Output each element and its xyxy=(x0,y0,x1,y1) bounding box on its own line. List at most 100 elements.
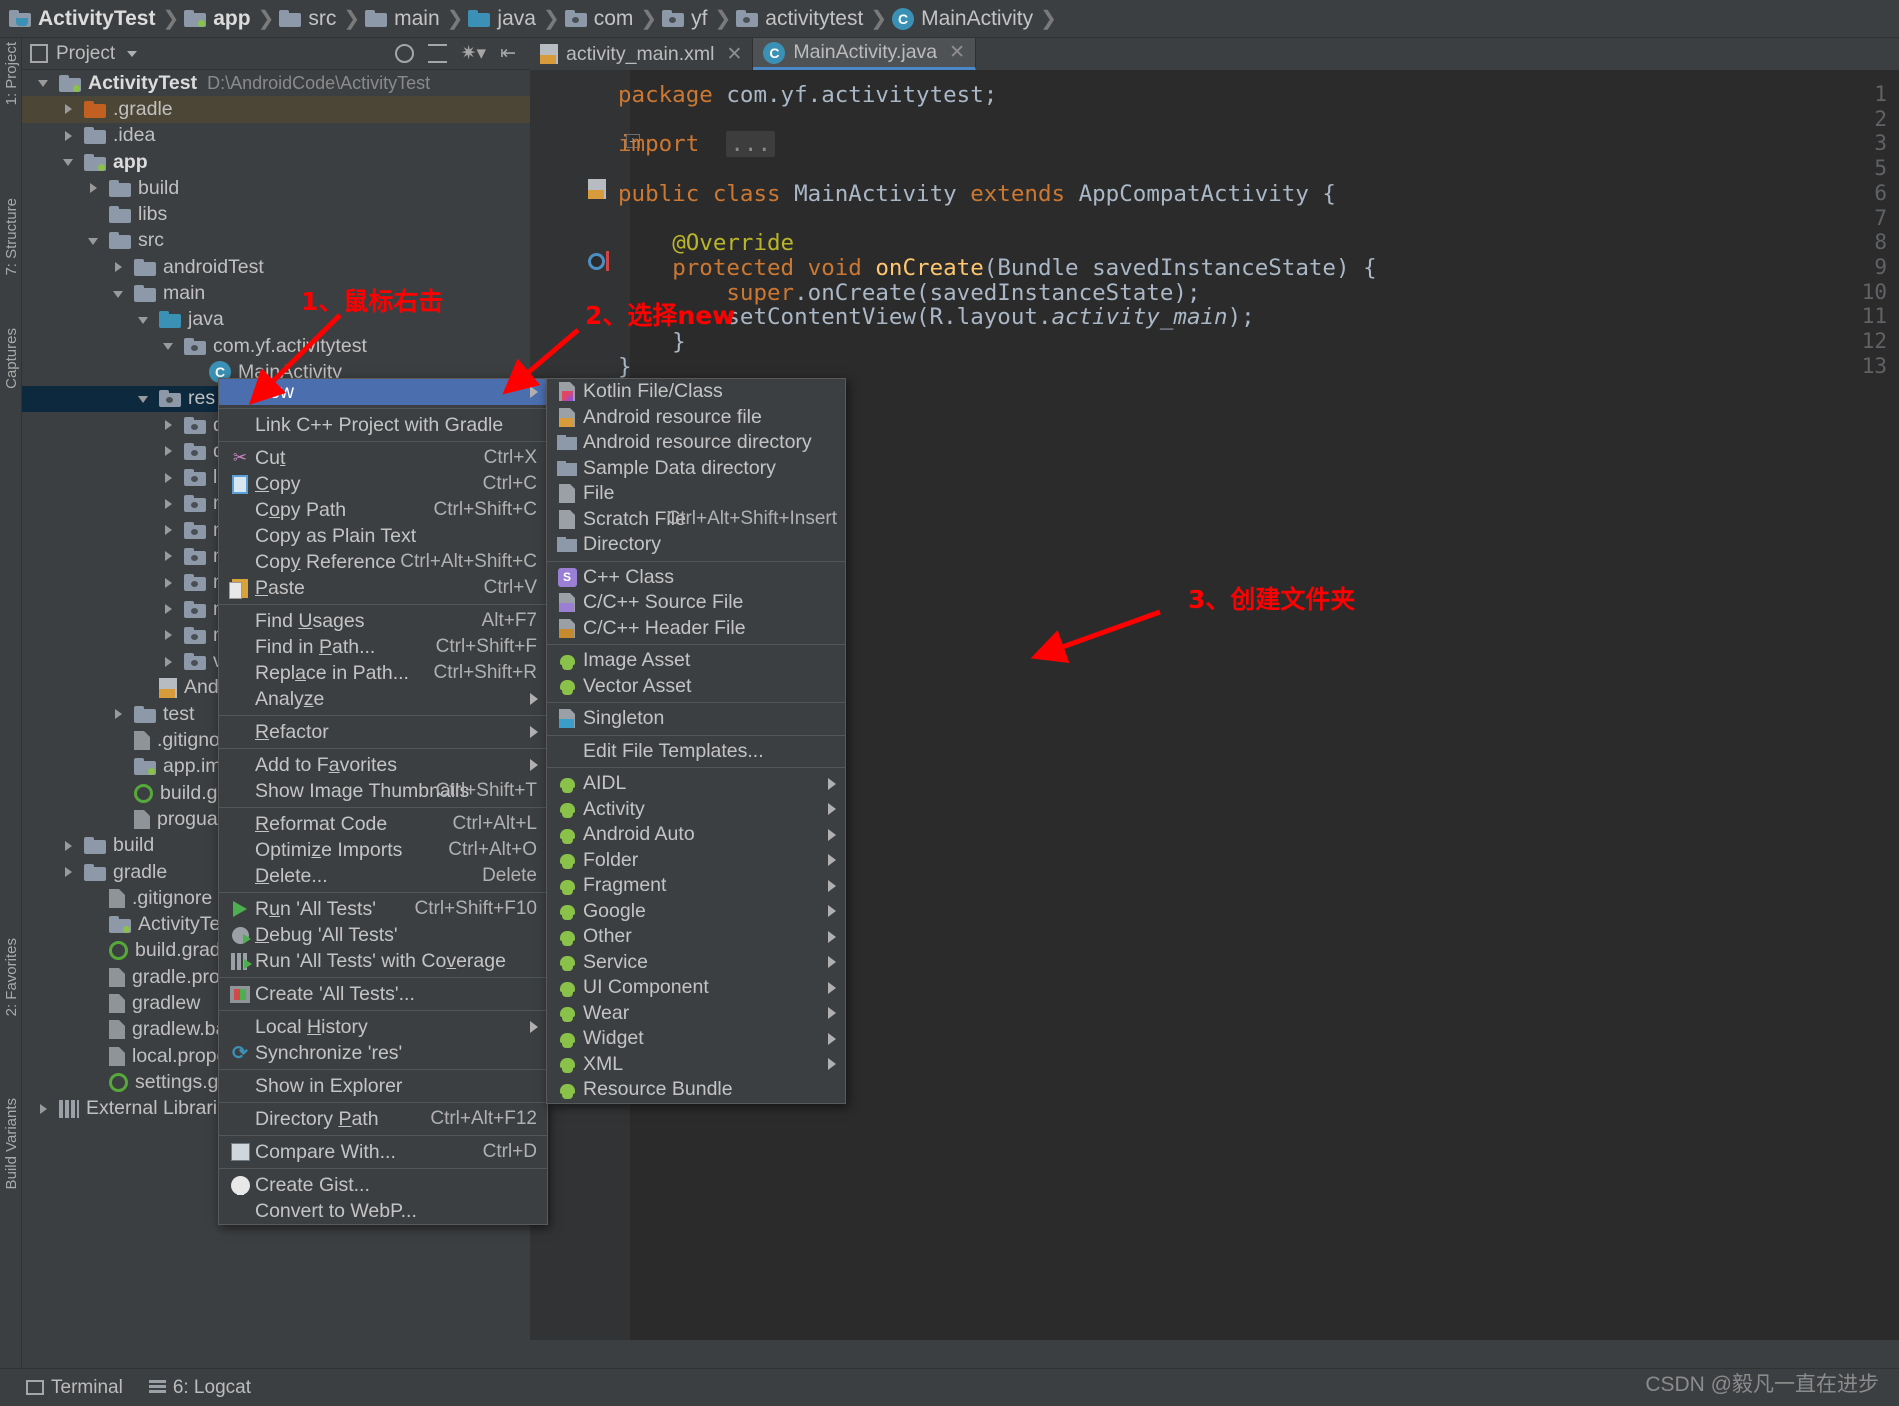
tree-node--idea[interactable]: .idea xyxy=(22,123,530,149)
chevron-right-icon[interactable] xyxy=(161,522,177,538)
layout-marker-icon[interactable] xyxy=(588,178,608,199)
new-menu-item-image-asset[interactable]: Image Asset xyxy=(547,648,845,674)
menu-item-copy-path[interactable]: Copy Path Ctrl+Shift+C xyxy=(219,497,547,523)
new-menu-item-edit-file-templates[interactable]: Edit File Templates... xyxy=(547,739,845,765)
settings-gear-icon[interactable]: ✷▾ xyxy=(461,42,486,65)
new-menu-item-c++-class[interactable]: S C++ Class xyxy=(547,565,845,591)
new-menu-item-singleton[interactable]: Singleton xyxy=(547,706,845,732)
chevron-right-icon[interactable] xyxy=(161,548,177,564)
new-menu-item-wear[interactable]: Wear xyxy=(547,1001,845,1027)
menu-item-refactor[interactable]: Refactor xyxy=(219,719,547,745)
breadcrumb-item-java[interactable]: java xyxy=(465,0,541,38)
chevron-down-icon[interactable] xyxy=(61,154,77,170)
new-menu-item-android-resource-file[interactable]: Android resource file xyxy=(547,405,845,431)
close-icon[interactable]: ✕ xyxy=(722,43,742,66)
collapse-all-icon[interactable] xyxy=(427,44,447,63)
new-menu-item-resource-bundle[interactable]: Resource Bundle xyxy=(547,1077,845,1103)
tool-window-structure-tab[interactable]: 7: Structure xyxy=(3,198,20,276)
tool-window-project-tab[interactable]: 1: Project xyxy=(3,42,20,105)
new-menu-item-c-c++-source-file[interactable]: C/C++ Source File xyxy=(547,590,845,616)
chevron-right-icon[interactable] xyxy=(111,259,127,275)
menu-item-compare-with[interactable]: Compare With... Ctrl+D xyxy=(219,1139,547,1165)
tree-node-libs[interactable]: libs xyxy=(22,201,530,227)
tree-node--gradle[interactable]: .gradle xyxy=(22,96,530,123)
menu-item-synchronize-res[interactable]: ⟳ Synchronize 'res' xyxy=(219,1040,547,1066)
menu-item-reformat-code[interactable]: Reformat Code Ctrl+Alt+L xyxy=(219,811,547,837)
menu-item-add-to-favorites[interactable]: Add to Favorites xyxy=(219,752,547,778)
logcat-button[interactable]: 6: Logcat xyxy=(148,1377,251,1399)
menu-item-replace-in-path[interactable]: Replace in Path... Ctrl+Shift+R xyxy=(219,660,547,686)
new-menu-item-file[interactable]: File xyxy=(547,481,845,507)
new-menu-item-directory[interactable]: Directory xyxy=(547,532,845,558)
new-menu-item-xml[interactable]: XML xyxy=(547,1052,845,1078)
new-menu-item-other[interactable]: Other xyxy=(547,924,845,950)
new-menu-item-ui-component[interactable]: UI Component xyxy=(547,975,845,1001)
override-marker-icon[interactable] xyxy=(588,250,609,273)
menu-item-new[interactable]: New xyxy=(219,379,547,405)
menu-item-copy-as-plain-text[interactable]: Copy as Plain Text xyxy=(219,523,547,549)
breadcrumb-item-yf[interactable]: yf xyxy=(659,0,712,38)
new-menu-item-folder[interactable]: Folder xyxy=(547,848,845,874)
tool-window-captures-tab[interactable]: Captures xyxy=(3,328,20,389)
tab-activity-main-xml[interactable]: activity_main.xml ✕ xyxy=(530,38,754,70)
menu-item-find-usages[interactable]: Find Usages Alt+F7 xyxy=(219,608,547,634)
context-menu[interactable]: New Link C++ Project with Gradle ✂ Cut Ctrl+… xyxy=(218,378,548,1225)
chevron-down-icon[interactable] xyxy=(127,50,138,57)
menu-item-copy-reference[interactable]: Copy Reference Ctrl+Alt+Shift+C xyxy=(219,549,547,575)
menu-item-copy[interactable]: Copy Ctrl+C xyxy=(219,471,547,497)
menu-item-delete[interactable]: Delete... Delete xyxy=(219,863,547,889)
chevron-right-icon[interactable] xyxy=(161,496,177,512)
tool-window-favorites-tab[interactable]: 2: Favorites xyxy=(3,938,20,1016)
new-submenu[interactable]: Kotlin File/Class Android resource file An… xyxy=(546,378,846,1104)
target-icon[interactable] xyxy=(394,44,414,63)
chevron-right-icon[interactable] xyxy=(61,864,77,880)
breadcrumb-item-src[interactable]: src xyxy=(276,0,341,38)
menu-item-debug-all-tests[interactable]: Debug 'All Tests' xyxy=(219,922,547,948)
menu-item-show-image-thumbnails[interactable]: Show Image Thumbnails Ctrl+Shift+T xyxy=(219,778,547,804)
tree-node-java[interactable]: java xyxy=(22,307,530,333)
hide-window-icon[interactable]: ⇤ xyxy=(500,42,516,65)
new-menu-item-c-c++-header-file[interactable]: C/C++ Header File xyxy=(547,616,845,642)
new-menu-item-vector-asset[interactable]: Vector Asset xyxy=(547,674,845,700)
new-menu-item-service[interactable]: Service xyxy=(547,950,845,976)
new-menu-item-fragment[interactable]: Fragment xyxy=(547,873,845,899)
breadcrumb-item-activitytest-pkg[interactable]: activitytest xyxy=(733,0,868,38)
chevron-right-icon[interactable] xyxy=(161,417,177,433)
new-menu-item-aidl[interactable]: AIDL xyxy=(547,771,845,797)
tree-node-src[interactable]: src xyxy=(22,228,530,254)
menu-item-cut[interactable]: ✂ Cut Ctrl+X xyxy=(219,445,547,471)
chevron-right-icon[interactable] xyxy=(161,654,177,670)
chevron-right-icon[interactable] xyxy=(61,128,77,144)
tool-window-build-variants-tab[interactable]: Build Variants xyxy=(3,1098,20,1189)
chevron-right-icon[interactable] xyxy=(161,470,177,486)
terminal-button[interactable]: Terminal xyxy=(26,1377,123,1399)
menu-item-analyze[interactable]: Analyze xyxy=(219,686,547,712)
chevron-right-icon[interactable] xyxy=(161,575,177,591)
menu-item-create-gist[interactable]: Create Gist... xyxy=(219,1172,547,1198)
chevron-right-icon[interactable] xyxy=(161,601,177,617)
chevron-right-icon[interactable] xyxy=(36,1101,52,1117)
close-icon[interactable]: ✕ xyxy=(945,41,965,64)
tree-node-build[interactable]: build xyxy=(22,175,530,201)
chevron-down-icon[interactable] xyxy=(136,391,152,407)
new-menu-item-sample-data-directory[interactable]: Sample Data directory xyxy=(547,456,845,482)
chevron-down-icon[interactable] xyxy=(161,338,177,354)
menu-item-local-history[interactable]: Local History xyxy=(219,1014,547,1040)
breadcrumb-item-activitytest[interactable]: ActivityTest xyxy=(6,0,160,38)
chevron-right-icon[interactable] xyxy=(61,838,77,854)
tab-mainactivity-java[interactable]: C MainActivity.java ✕ xyxy=(753,38,977,70)
tree-node-activitytest[interactable]: ActivityTest D:\AndroidCode\ActivityTest xyxy=(22,70,530,96)
menu-item-link-c-project-with-gradle[interactable]: Link C++ Project with Gradle xyxy=(219,412,547,438)
breadcrumb-item-mainactivity[interactable]: C MainActivity xyxy=(889,0,1038,38)
chevron-down-icon[interactable] xyxy=(86,233,102,249)
new-menu-item-kotlin-file-class[interactable]: Kotlin File/Class xyxy=(547,379,845,405)
breadcrumb-item-com[interactable]: com xyxy=(562,0,639,38)
menu-item-show-in-explorer[interactable]: Show in Explorer xyxy=(219,1073,547,1099)
menu-item-optimize-imports[interactable]: Optimize Imports Ctrl+Alt+O xyxy=(219,837,547,863)
menu-item-run-all-tests-with-coverage[interactable]: Run 'All Tests' with Coverage xyxy=(219,948,547,974)
chevron-right-icon[interactable] xyxy=(61,101,77,117)
menu-item-run-all-tests[interactable]: Run 'All Tests' Ctrl+Shift+F10 xyxy=(219,896,547,922)
chevron-down-icon[interactable] xyxy=(36,75,52,91)
chevron-right-icon[interactable] xyxy=(86,180,102,196)
chevron-down-icon[interactable] xyxy=(136,312,152,328)
